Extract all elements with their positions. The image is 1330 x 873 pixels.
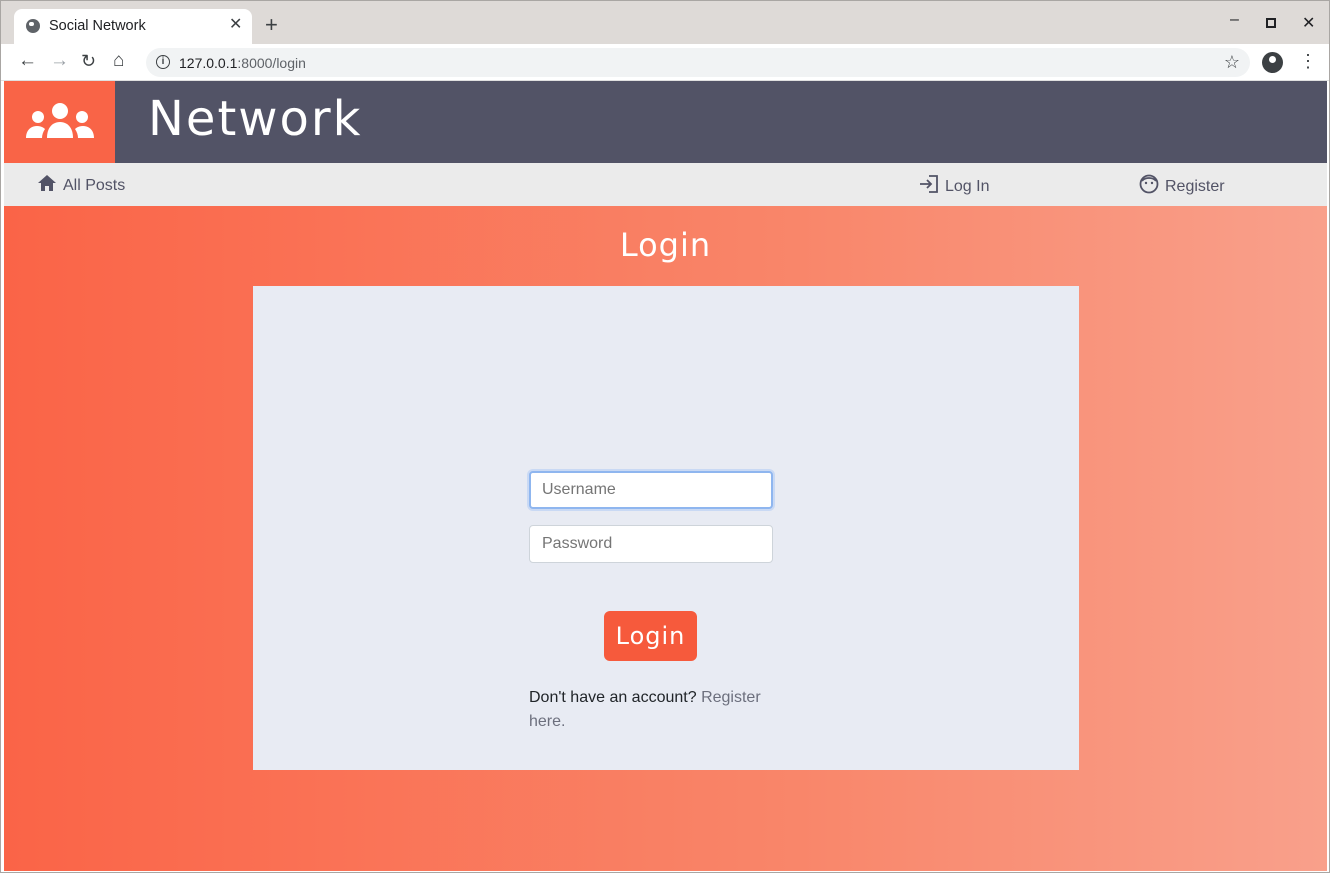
home-icon xyxy=(37,174,57,197)
forward-button[interactable]: → xyxy=(50,51,69,71)
address-bar[interactable]: i 127.0.0.1:8000/login ☆ xyxy=(146,48,1250,77)
browser-menu-icon[interactable]: ⋮ xyxy=(1299,51,1317,71)
nav-bar: All Posts Log In Register xyxy=(4,163,1327,206)
login-button[interactable]: Login xyxy=(604,611,697,661)
nav-all-posts-label: All Posts xyxy=(63,176,126,194)
browser-window: Social Network ✕ + – ✕ ← → ↻ ⌂ i 127.0.0… xyxy=(0,0,1330,873)
sign-in-icon xyxy=(919,174,939,199)
tab-close-icon[interactable]: ✕ xyxy=(229,16,242,34)
bookmark-star-icon[interactable]: ☆ xyxy=(1224,52,1240,73)
page-content: Network All Posts Log In Register Login … xyxy=(4,81,1327,871)
reload-button[interactable]: ↻ xyxy=(81,51,96,71)
users-icon xyxy=(26,103,94,138)
no-account-text: Don't have an account? xyxy=(529,689,697,706)
url-host: 127.0.0.1 xyxy=(179,55,238,71)
tab-strip: Social Network ✕ + – ✕ xyxy=(1,1,1329,44)
nav-log-in[interactable]: Log In xyxy=(919,174,989,199)
tab-title: Social Network xyxy=(49,18,146,34)
brand-header: Network xyxy=(4,81,1327,163)
brand-title[interactable]: Network xyxy=(148,91,362,147)
nav-register-label: Register xyxy=(1165,177,1225,195)
new-tab-button[interactable]: + xyxy=(265,14,278,36)
logo[interactable] xyxy=(4,81,115,163)
profile-avatar-icon[interactable] xyxy=(1262,52,1283,73)
browser-tab[interactable]: Social Network ✕ xyxy=(14,9,252,44)
login-section: Login Login Don't have an account? Regis… xyxy=(4,206,1327,871)
password-input[interactable] xyxy=(529,525,773,563)
username-input[interactable] xyxy=(529,471,773,509)
nav-log-in-label: Log In xyxy=(945,177,990,195)
home-button[interactable]: ⌂ xyxy=(113,51,124,71)
url-path: :8000/login xyxy=(237,55,306,71)
back-button[interactable]: ← xyxy=(18,51,37,71)
page-title: Login xyxy=(619,226,712,264)
register-prompt: Don't have an account? Register here. xyxy=(529,686,773,734)
site-info-icon[interactable]: i xyxy=(156,55,170,69)
minimize-button[interactable]: – xyxy=(1230,11,1239,29)
browser-toolbar: ← → ↻ ⌂ i 127.0.0.1:8000/login ☆ ⋮ xyxy=(1,44,1329,81)
maximize-button[interactable] xyxy=(1266,18,1276,28)
smile-icon xyxy=(1139,174,1159,199)
url-text[interactable]: 127.0.0.1:8000/login xyxy=(179,55,306,71)
login-card: Login Don't have an account? Register he… xyxy=(253,286,1079,770)
nav-all-posts[interactable]: All Posts xyxy=(37,174,125,197)
close-window-button[interactable]: ✕ xyxy=(1302,13,1315,33)
globe-icon xyxy=(26,19,40,33)
nav-register[interactable]: Register xyxy=(1139,174,1225,199)
